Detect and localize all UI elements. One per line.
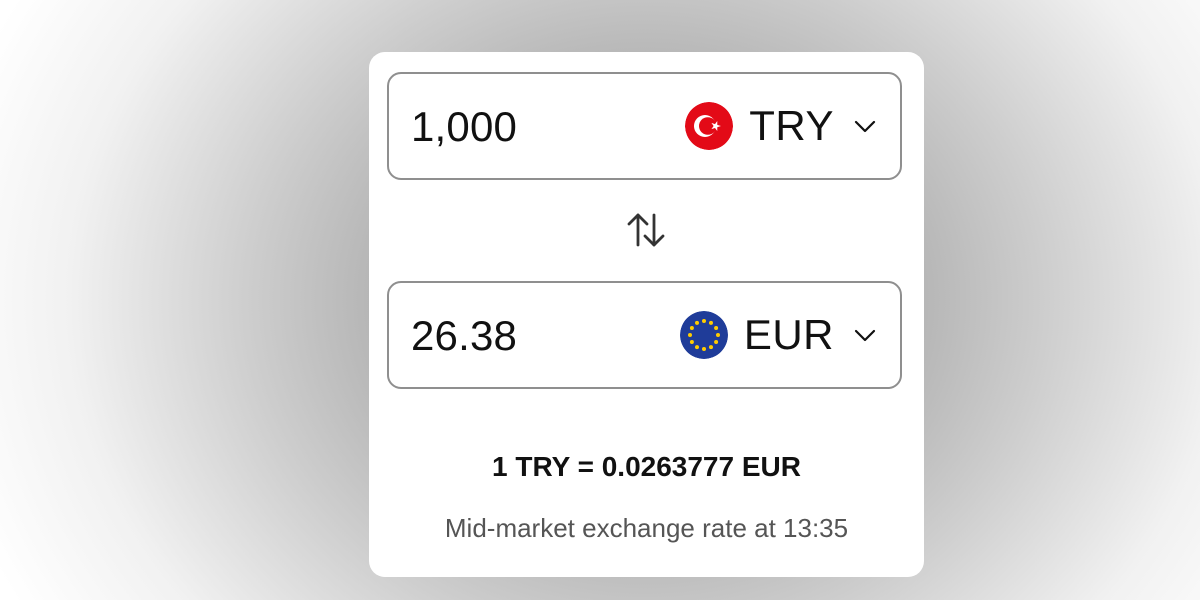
chevron-down-icon <box>854 329 876 342</box>
eu-flag-icon <box>679 311 728 359</box>
to-currency-code: EUR <box>743 311 834 358</box>
from-amount-input[interactable] <box>411 102 641 152</box>
chevron-down-icon <box>854 120 876 133</box>
exchange-rate-text: 1 TRY = 0.0263777 EUR <box>492 451 801 482</box>
turkey-flag-icon <box>685 102 734 150</box>
to-amount-input[interactable] <box>411 311 641 361</box>
swap-arrows-icon[interactable] <box>623 207 669 253</box>
from-currency-code: TRY <box>749 102 834 149</box>
to-amount-field[interactable]: EUR <box>387 281 902 389</box>
from-amount-field[interactable]: TRY <box>387 72 902 180</box>
from-currency-select[interactable]: TRY <box>685 96 878 156</box>
rate-note: Mid-market exchange rate at 13:35 <box>444 513 849 543</box>
to-currency-select[interactable]: EUR <box>679 305 878 365</box>
currency-converter-card: TRY <box>369 52 924 577</box>
